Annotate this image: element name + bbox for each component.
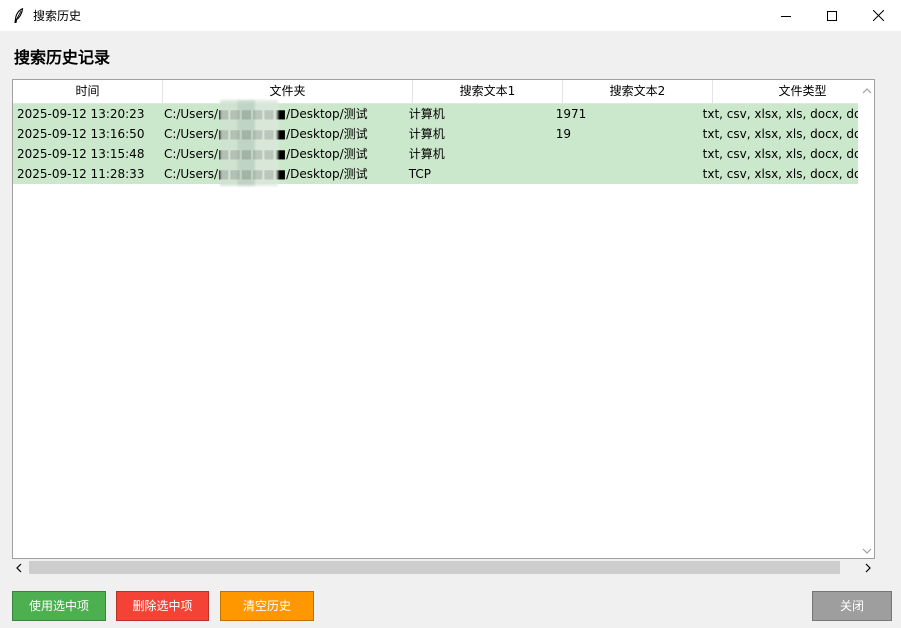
cell-search-text-1: TCP	[408, 167, 432, 181]
cell-search-text-1: 计算机	[408, 127, 445, 141]
cell-folder: C:/Users/■■■■■■/Desktop/测试	[160, 104, 405, 124]
window-controls	[763, 0, 901, 31]
cell-search-text-2	[552, 144, 699, 164]
cell-file-types: txt, csv, xlsx, xls, docx, doc,	[702, 127, 872, 141]
minimize-button[interactable]	[763, 0, 809, 31]
cell-time: 2025-09-12 13:16:50	[17, 127, 145, 141]
maximize-icon	[827, 10, 837, 21]
redacted-username-overlay	[220, 100, 278, 186]
close-window-button[interactable]	[855, 0, 901, 31]
feather-icon	[12, 8, 26, 24]
cell-file-types: txt, csv, xlsx, xls, docx, doc,	[702, 107, 872, 121]
clear-history-button[interactable]: 清空历史	[220, 591, 314, 621]
horizontal-scrollbar[interactable]	[12, 559, 875, 576]
cell-file-types: txt, csv, xlsx, xls, docx, doc,	[702, 167, 872, 181]
cell-time: 2025-09-12 11:28:33	[17, 167, 145, 181]
table-body: 2025-09-12 13:20:23 C:/Users/■■■■■■/Desk…	[13, 104, 874, 184]
table-header: 时间 文件夹 搜索文本1 搜索文本2 文件类型	[13, 80, 874, 104]
cell-folder: C:/Users/■■■■■■/Desktop/测试	[160, 124, 405, 144]
column-header-time[interactable]: 时间	[13, 80, 163, 104]
chevron-right-icon[interactable]	[863, 563, 873, 573]
vertical-scrollbar[interactable]	[858, 80, 874, 558]
cell-folder: C:/Users/■■■■■■/Desktop/测试	[160, 164, 405, 184]
cell-search-text-1: 计算机	[408, 147, 445, 161]
title-bar: 搜索历史	[0, 0, 901, 31]
cell-search-text-2: 1971	[555, 107, 587, 121]
use-selected-button[interactable]: 使用选中项	[12, 591, 106, 621]
page-title: 搜索历史记录	[14, 48, 111, 67]
cell-file-types: txt, csv, xlsx, xls, docx, doc,	[702, 147, 872, 161]
chevron-up-icon[interactable]	[862, 86, 872, 96]
column-header-search-text-1[interactable]: 搜索文本1	[413, 80, 563, 104]
table-row[interactable]: 2025-09-12 11:28:33 C:/Users/■■■■■■/Desk…	[13, 164, 874, 184]
close-icon	[872, 10, 884, 21]
chevron-left-icon[interactable]	[14, 563, 24, 573]
chevron-down-icon[interactable]	[862, 546, 872, 556]
table-row[interactable]: 2025-09-12 13:15:48 C:/Users/■■■■■■/Desk…	[13, 144, 874, 164]
column-header-folder[interactable]: 文件夹	[163, 80, 413, 104]
window-title: 搜索历史	[33, 9, 82, 23]
cell-time: 2025-09-12 13:15:48	[17, 147, 145, 161]
cell-search-text-2: 19	[555, 127, 571, 141]
table-row[interactable]: 2025-09-12 13:16:50 C:/Users/■■■■■■/Desk…	[13, 124, 874, 144]
column-header-file-types[interactable]: 文件类型	[713, 80, 874, 104]
close-button[interactable]: 关闭	[812, 591, 892, 621]
cell-time: 2025-09-12 13:20:23	[17, 107, 145, 121]
minimize-icon	[781, 15, 791, 17]
cell-search-text-2	[552, 164, 699, 184]
maximize-button[interactable]	[809, 0, 855, 31]
column-header-search-text-2[interactable]: 搜索文本2	[563, 80, 713, 104]
cell-search-text-1: 计算机	[408, 107, 445, 121]
scrollbar-thumb[interactable]	[29, 561, 840, 574]
cell-folder: C:/Users/■■■■■■/Desktop/测试	[160, 144, 405, 164]
table-row[interactable]: 2025-09-12 13:20:23 C:/Users/■■■■■■/Desk…	[13, 104, 874, 124]
history-table: 时间 文件夹 搜索文本1 搜索文本2 文件类型 2025-09-12 13:20…	[12, 79, 875, 559]
delete-selected-button[interactable]: 删除选中项	[116, 591, 209, 621]
